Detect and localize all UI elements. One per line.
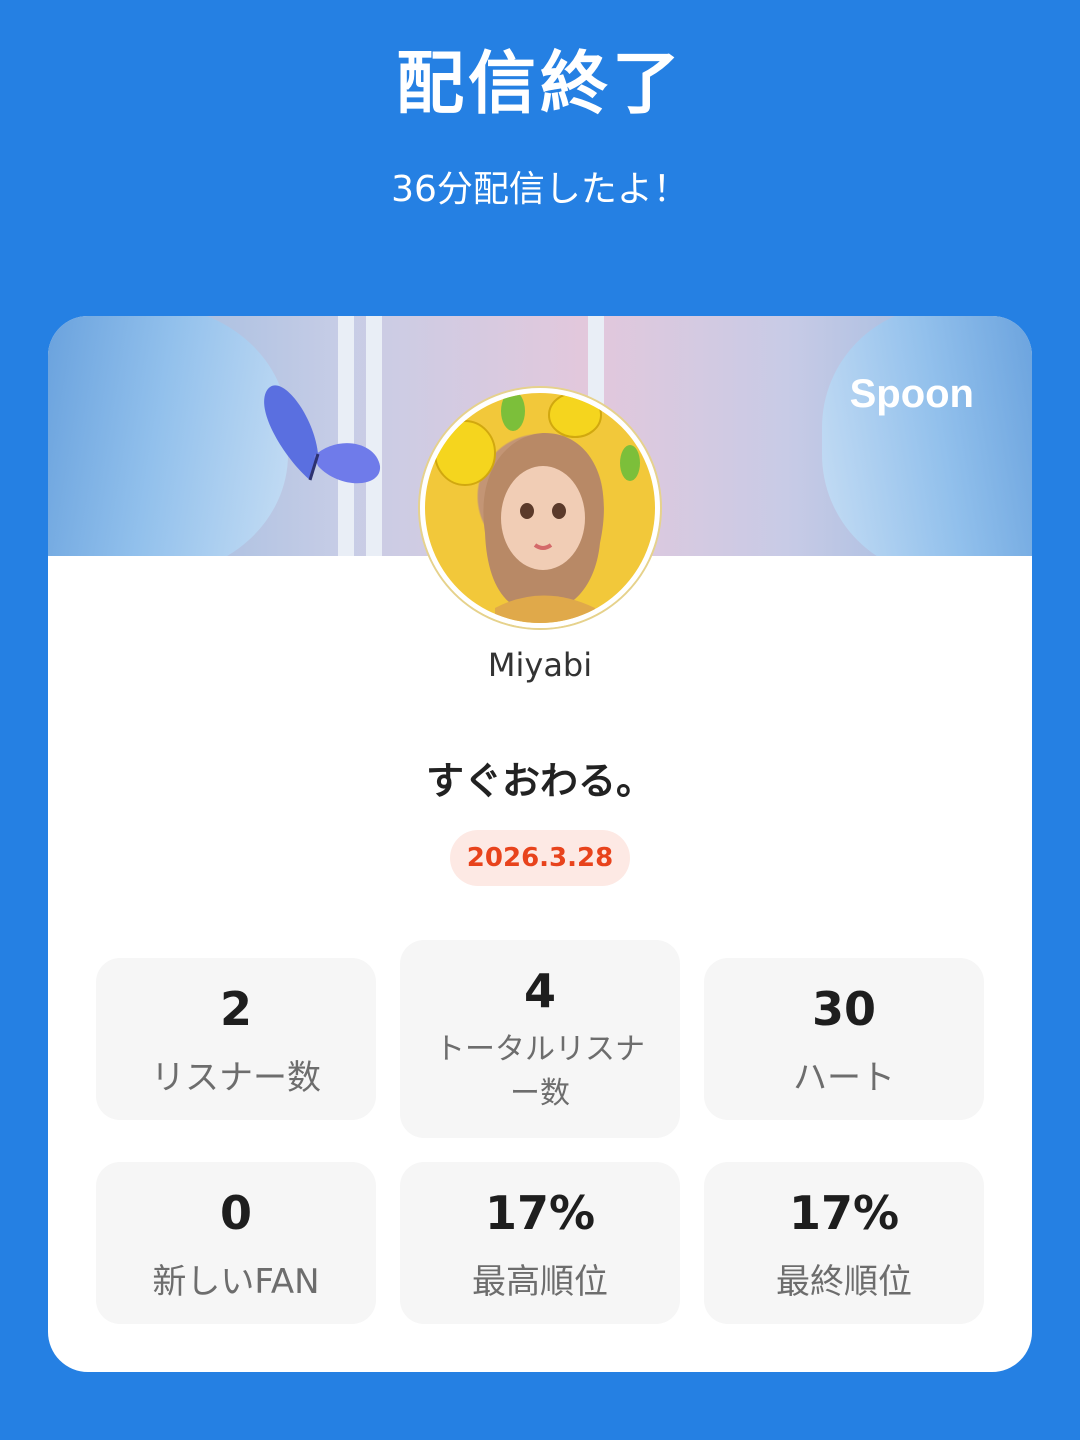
stat-final-rank: 17% 最終順位 (704, 1162, 984, 1324)
stat-new-fans: 0 新しいFAN (96, 1162, 376, 1324)
avatar-illustration (434, 393, 640, 623)
stat-hearts: 30 ハート (704, 958, 984, 1120)
page-title: 配信終了 (395, 45, 684, 124)
curtain-right (822, 316, 1032, 556)
spoon-logo: Spoon (849, 372, 974, 416)
broadcast-summary-card: Spoon Miyabi すぐおわる。 2026.3.28 2 リスナー数 4 … (48, 316, 1032, 1372)
stat-total-listeners: 4 トータルリスナ ー数 (400, 940, 680, 1138)
username: Miyabi (487, 646, 593, 684)
stat-label: トータルリスナ ー数 (400, 1028, 680, 1116)
stat-value: 2 (219, 982, 252, 1036)
stat-label: ハート (793, 1058, 895, 1098)
avatar (420, 388, 660, 628)
live-title: すぐおわる。 (425, 759, 654, 803)
date-badge: 2026.3.28 (450, 830, 630, 886)
stat-value: 17% (788, 1186, 900, 1240)
duration-summary: 36分配信したよ！ (391, 169, 689, 210)
stat-value: 0 (219, 1186, 252, 1240)
stat-label-line: ー数 (510, 1076, 570, 1111)
stat-value: 17% (484, 1186, 596, 1240)
stat-value: 30 (811, 982, 876, 1036)
stat-value: 4 (523, 964, 556, 1018)
stat-listeners: 2 リスナー数 (96, 958, 376, 1120)
stat-label: 最終順位 (776, 1262, 912, 1302)
stat-best-rank: 17% 最高順位 (400, 1162, 680, 1324)
stat-label-line: トータルリスナ (435, 1032, 645, 1067)
stat-label: 最高順位 (472, 1262, 608, 1302)
stat-label: 新しいFAN (152, 1262, 320, 1302)
butterfly-icon (264, 385, 381, 484)
stat-label: リスナー数 (151, 1058, 321, 1098)
